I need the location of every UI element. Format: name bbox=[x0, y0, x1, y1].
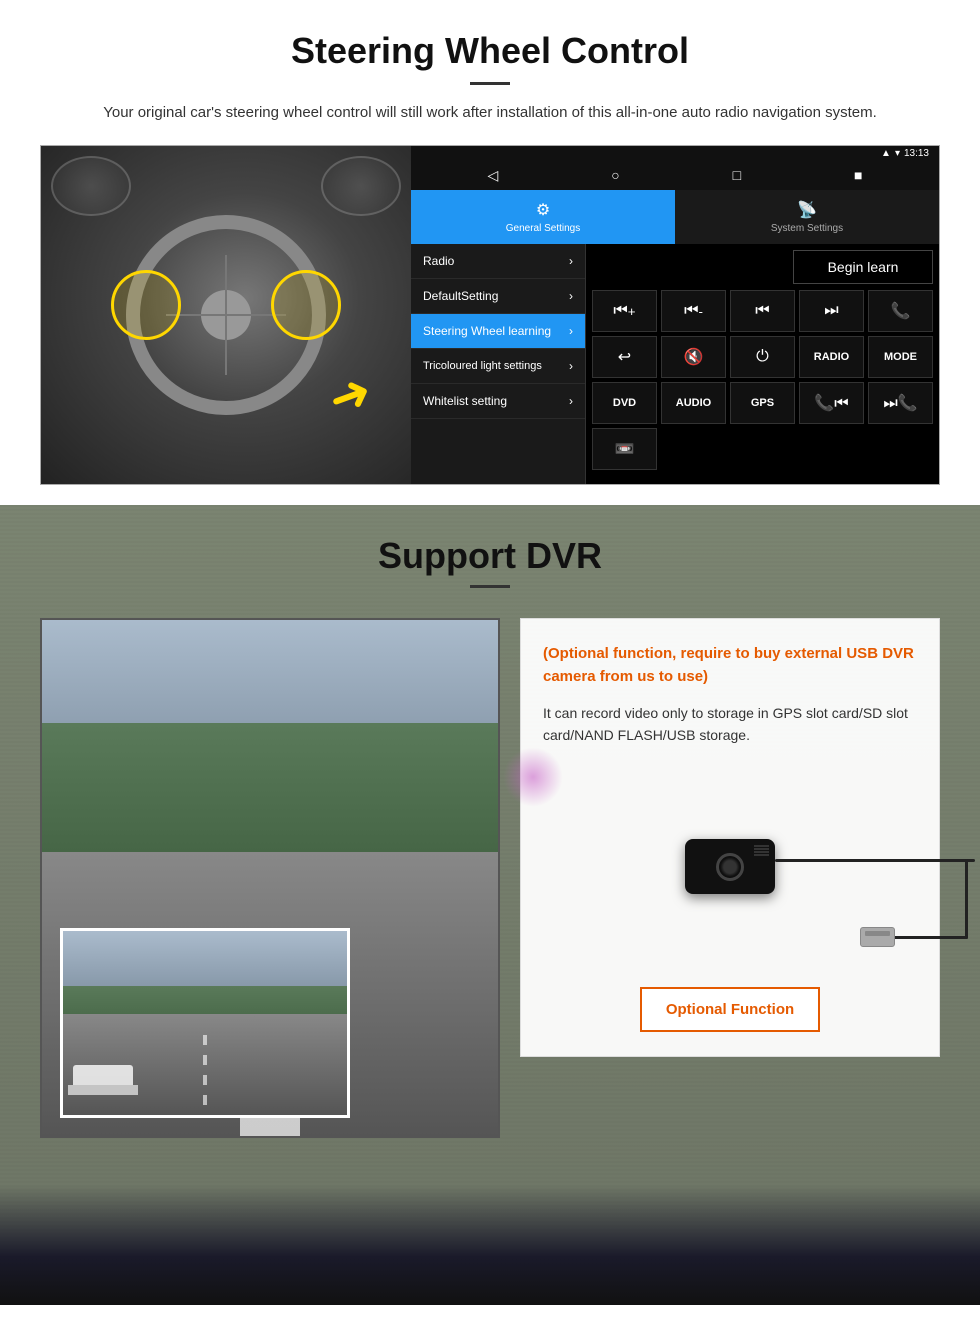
back-nav-btn[interactable]: ◁ bbox=[481, 165, 504, 186]
thumb-car bbox=[73, 1065, 133, 1095]
menu-item-radio[interactable]: Radio › bbox=[411, 244, 585, 279]
statusbar-icons: ▲ ▾ 13:13 bbox=[881, 148, 929, 159]
dvr-divider bbox=[470, 585, 510, 588]
menu-whitelist-label: Whitelist setting bbox=[423, 394, 507, 408]
thumb-sky bbox=[63, 931, 347, 986]
ctrl-audio[interactable]: AUDIO bbox=[661, 382, 726, 424]
ctrl-back[interactable]: ↩ bbox=[592, 336, 657, 378]
steering-photo: ➜ bbox=[41, 146, 411, 484]
camera-vents bbox=[754, 845, 769, 847]
ctrl-power[interactable]: ⏻ bbox=[730, 336, 795, 378]
dvr-description: It can record video only to storage in G… bbox=[543, 702, 917, 747]
thumb-lane bbox=[203, 1025, 207, 1105]
camera-lens bbox=[716, 853, 744, 881]
dvr-lower: (Optional function, require to buy exter… bbox=[40, 618, 940, 1218]
menu-default-label: DefaultSetting bbox=[423, 289, 498, 303]
android-content: Begin learn ⏮+ ⏮- ⏮ ⏭ 📞 ↩ 🔇 ⏻ R bbox=[586, 244, 939, 484]
ctrl-call[interactable]: 📞 bbox=[868, 290, 933, 332]
camera-usb-connector bbox=[860, 927, 895, 947]
dvr-camera-image bbox=[543, 767, 917, 967]
ctrl-call-next[interactable]: ⏭📞 bbox=[868, 382, 933, 424]
menu-arrow-icon2: › bbox=[569, 289, 573, 303]
menu-tricoloured-label: Tricoloured light settings bbox=[423, 360, 542, 372]
menu-arrow-icon4: › bbox=[569, 359, 573, 373]
ctrl-mute[interactable]: 🔇 bbox=[661, 336, 726, 378]
android-statusbar: ▲ ▾ 13:13 bbox=[411, 146, 939, 161]
usb-port bbox=[865, 931, 890, 936]
menu-radio-label: Radio bbox=[423, 254, 454, 268]
status-time: 13:13 bbox=[904, 148, 929, 159]
dvr-info-card: (Optional function, require to buy exter… bbox=[520, 618, 940, 1057]
ctrl-prev[interactable]: ⏮ bbox=[730, 290, 795, 332]
begin-learn-row: Begin learn bbox=[592, 250, 933, 284]
menu-steering-label: Steering Wheel learning bbox=[423, 324, 551, 338]
page-title: Steering Wheel Control bbox=[40, 30, 940, 72]
android-topnav: ◁ ○ □ ■ bbox=[411, 161, 939, 190]
android-demo: ➜ ▲ ▾ 13:13 ◁ ○ □ ■ bbox=[40, 145, 940, 485]
dvr-title: Support DVR bbox=[40, 535, 940, 577]
android-body: Radio › DefaultSetting › Steering Wheel … bbox=[411, 244, 939, 484]
arrow-indicator: ➜ bbox=[320, 361, 379, 430]
begin-learn-button[interactable]: Begin learn bbox=[793, 250, 933, 284]
tab-system-settings[interactable]: 📡 System Settings bbox=[675, 190, 939, 244]
menu-item-default[interactable]: DefaultSetting › bbox=[411, 279, 585, 314]
gear-icon: ⚙ bbox=[536, 200, 550, 220]
menu-item-tricoloured[interactable]: Tricoloured light settings › bbox=[411, 349, 585, 384]
menu-arrow-icon3: › bbox=[569, 324, 573, 338]
dvr-section: Support DVR bbox=[0, 505, 980, 1305]
camera-body bbox=[685, 839, 775, 894]
system-icon: 📡 bbox=[797, 200, 817, 220]
camera-light-effect bbox=[503, 747, 563, 807]
dvr-thumbnail bbox=[60, 928, 350, 1118]
recent-nav-btn[interactable]: □ bbox=[727, 165, 747, 186]
dvr-content: Support DVR bbox=[0, 505, 980, 1248]
ctrl-vol-plus[interactable]: ⏮+ bbox=[592, 290, 657, 332]
dvr-optional-text: (Optional function, require to buy exter… bbox=[543, 643, 917, 688]
tab-system-label: System Settings bbox=[771, 223, 843, 234]
ctrl-mode[interactable]: MODE bbox=[868, 336, 933, 378]
dvr-left-panel bbox=[40, 618, 500, 1138]
highlight-circle-left bbox=[111, 270, 181, 340]
control-grid: ⏮+ ⏮- ⏮ ⏭ 📞 ↩ 🔇 ⏻ RADIO MODE DVD AUDIO bbox=[592, 290, 933, 470]
ctrl-call-prev[interactable]: 📞⏮ bbox=[799, 382, 864, 424]
android-tabs: ⚙ General Settings 📡 System Settings bbox=[411, 190, 939, 244]
home-nav-btn[interactable]: ○ bbox=[605, 165, 625, 186]
highlight-circle-right bbox=[271, 270, 341, 340]
android-menu: Radio › DefaultSetting › Steering Wheel … bbox=[411, 244, 586, 484]
menu-arrow-icon: › bbox=[569, 254, 573, 268]
menu-item-whitelist[interactable]: Whitelist setting › bbox=[411, 384, 585, 419]
menu-arrow-icon5: › bbox=[569, 394, 573, 408]
camera-assembly bbox=[685, 839, 775, 894]
steering-section: Steering Wheel Control Your original car… bbox=[0, 0, 980, 505]
optional-function-button[interactable]: Optional Function bbox=[640, 987, 820, 1032]
ctrl-vol-minus[interactable]: ⏮- bbox=[661, 290, 726, 332]
tab-general-label: General Settings bbox=[506, 223, 581, 234]
ctrl-radio[interactable]: RADIO bbox=[799, 336, 864, 378]
wifi-icon: ▾ bbox=[895, 148, 900, 159]
ctrl-dvd[interactable]: DVD bbox=[592, 382, 657, 424]
ctrl-dvr[interactable]: 📼 bbox=[592, 428, 657, 470]
steering-subtitle: Your original car's steering wheel contr… bbox=[80, 101, 900, 125]
tab-general-settings[interactable]: ⚙ General Settings bbox=[411, 190, 675, 244]
title-divider bbox=[470, 82, 510, 85]
ctrl-gps[interactable]: GPS bbox=[730, 382, 795, 424]
dvr-right-panel: (Optional function, require to buy exter… bbox=[520, 618, 940, 1057]
ctrl-next[interactable]: ⏭ bbox=[799, 290, 864, 332]
android-panel: ▲ ▾ 13:13 ◁ ○ □ ■ ⚙ General Settings � bbox=[411, 146, 939, 484]
menu-nav-btn[interactable]: ■ bbox=[848, 165, 868, 186]
camera-cable bbox=[775, 859, 975, 862]
menu-item-steering-learning[interactable]: Steering Wheel learning › bbox=[411, 314, 585, 349]
camera-cable-down bbox=[965, 859, 968, 939]
signal-icon: ▲ bbox=[881, 148, 891, 159]
